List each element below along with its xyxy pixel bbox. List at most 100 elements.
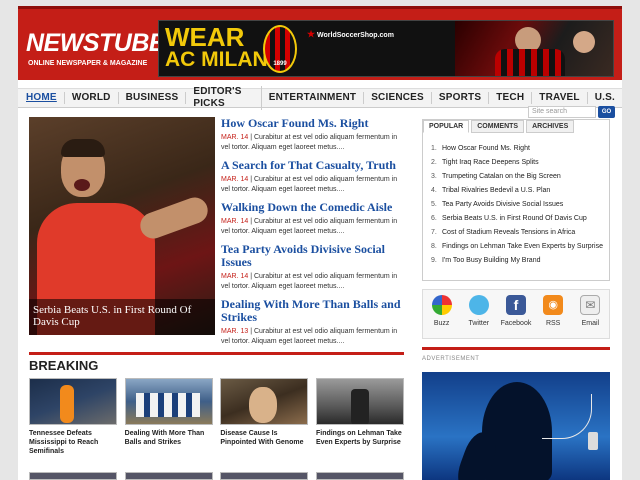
popular-list-item[interactable]: 4. Tribal Rivalries Bedevil a U.S. Plan	[431, 184, 607, 198]
article-item: Walking Down the Comedic Aisle MAR. 14 | …	[221, 201, 406, 237]
popular-item-number: 8.	[431, 243, 437, 250]
popular-item-number: 2.	[431, 159, 437, 166]
site-tagline: ONLINE NEWSPAPER & MAGAZINE	[28, 60, 148, 67]
breaking-next-row	[29, 472, 404, 480]
nav-item-travel[interactable]: TRAVEL	[532, 92, 588, 104]
social-rss-link[interactable]: ◉ RSS	[537, 295, 569, 327]
social-facebook-link[interactable]: f Facebook	[500, 295, 532, 327]
popular-list-item[interactable]: 7. Cost of Stadium Reveals Tensions in Af…	[431, 226, 607, 240]
breaking-title-link[interactable]: Dealing With More Than Balls and Strikes	[125, 429, 213, 447]
social-links: Buzz Twitter f Facebook ◉ RSS ✉ Email	[422, 289, 610, 339]
breaking-thumb-next[interactable]	[220, 472, 309, 480]
breaking-thumb[interactable]	[315, 378, 404, 425]
search-input[interactable]: Site search	[528, 106, 596, 118]
search-go-button[interactable]: GO	[598, 106, 615, 118]
breaking-item: Findings on Lehman Take Even Experts by …	[315, 378, 404, 468]
popular-list-item[interactable]: 3. Trumpeting Catalan on the Big Screen	[431, 170, 607, 184]
buzz-icon	[431, 295, 452, 315]
article-title-link[interactable]: A Search for That Casualty, Truth	[221, 159, 406, 172]
social-buzz-link[interactable]: Buzz	[426, 295, 458, 327]
social-label: Twitter	[468, 320, 490, 327]
popular-item-title: Tribal Rivalries Bedevil a U.S. Plan	[442, 187, 551, 194]
article-excerpt: MAR. 14 | Curabitur at est vel odio aliq…	[221, 175, 406, 195]
social-label: Facebook	[500, 320, 532, 327]
popular-list-item[interactable]: 2. Tight Iraq Race Deepens Splits	[431, 156, 607, 170]
article-excerpt-text: | Curabitur at est vel odio aliquam ferm…	[221, 273, 398, 290]
article-list: How Oscar Found Ms. Right MAR. 14 | Curab…	[221, 117, 406, 353]
featured-image[interactable]: Serbia Beats U.S. in First Round Of Davi…	[29, 117, 215, 335]
site-logo[interactable]: NEWSTUBE	[26, 29, 166, 58]
header-banner-ad[interactable]: WEAR AC MILAN 1899 ★ WorldSoccerShop.com	[158, 20, 614, 77]
breaking-thumb[interactable]	[220, 378, 309, 425]
breaking-thumb-next[interactable]	[124, 472, 213, 480]
popular-list-item[interactable]: 8. Findings on Lehman Take Even Experts b…	[431, 240, 607, 254]
thumb-figure	[249, 387, 278, 423]
tab-popular[interactable]: POPULAR	[423, 120, 470, 133]
social-twitter-link[interactable]: Twitter	[463, 295, 495, 327]
article-excerpt-text: | Curabitur at est vel odio aliquam ferm…	[221, 328, 398, 345]
banner-player-jersey	[495, 49, 565, 76]
nav-item-tech[interactable]: TECH	[489, 92, 533, 104]
article-excerpt-text: | Curabitur at est vel odio aliquam ferm…	[221, 176, 398, 193]
breaking-thumb-next[interactable]	[315, 472, 404, 480]
popular-list-item[interactable]: 9. I'm Too Busy Building My Brand	[431, 254, 607, 268]
popular-list-item[interactable]: 5. Tea Party Avoids Divisive Social Issue…	[431, 198, 607, 212]
nav-item-home[interactable]: HOME	[25, 92, 65, 104]
banner-shop-link: ★ WorldSoccerShop.com	[307, 29, 394, 40]
nav-item-business[interactable]: BUSINESS	[119, 92, 187, 104]
popular-item-number: 9.	[431, 257, 437, 264]
popular-list: 1. How Oscar Found Ms. Right 2. Tight Iraq …	[431, 142, 607, 268]
popular-item-title: How Oscar Found Ms. Right	[442, 145, 530, 152]
article-item: Tea Party Avoids Divisive Social Issues M…	[221, 243, 406, 292]
breaking-title-link[interactable]: Tennessee Defeats Mississippi to Reach S…	[29, 429, 117, 456]
breaking-title-link[interactable]: Findings on Lehman Take Even Experts by …	[316, 429, 404, 447]
featured-player-hair	[61, 139, 105, 157]
breaking-thumb[interactable]	[124, 378, 213, 425]
article-date: MAR. 14	[221, 273, 249, 280]
popular-item-number: 6.	[431, 215, 437, 222]
tab-comments[interactable]: COMMENTS	[471, 120, 525, 133]
nav-item-world[interactable]: WORLD	[65, 92, 119, 104]
banner-shop-text: WorldSoccerShop.com	[317, 32, 394, 39]
article-item: How Oscar Found Ms. Right MAR. 14 | Curab…	[221, 117, 406, 153]
ac-milan-crest-icon: 1899	[263, 25, 297, 73]
breaking-item: Tennessee Defeats Mississippi to Reach S…	[29, 378, 117, 468]
breaking-heading: BREAKING	[29, 358, 99, 373]
nav-item-editor-s-picks[interactable]: EDITOR'S PICKS	[186, 86, 262, 110]
social-email-link[interactable]: ✉ Email	[574, 295, 606, 327]
breaking-thumb-next[interactable]	[29, 472, 117, 480]
thumb-figure	[135, 393, 200, 417]
popular-list-item[interactable]: 6. Serbia Beats U.S. in First Round Of Da…	[431, 212, 607, 226]
article-title-link[interactable]: How Oscar Found Ms. Right	[221, 117, 406, 130]
popular-item-number: 5.	[431, 201, 437, 208]
breaking-thumb[interactable]	[29, 378, 117, 425]
nav-item-u-s[interactable]: U.S.	[588, 92, 622, 104]
star-icon: ★	[307, 29, 316, 39]
featured-player-arm	[136, 193, 212, 243]
nav-item-sports[interactable]: SPORTS	[432, 92, 490, 104]
main-nav: HOME WORLD BUSINESS EDITOR'S PICKS ENTERTAIN…	[18, 86, 622, 110]
rss-icon: ◉	[543, 295, 564, 315]
popular-item-title: Tight Iraq Race Deepens Splits	[442, 159, 539, 166]
tab-archives[interactable]: ARCHIVES	[526, 120, 575, 133]
sidebar-tabs-panel: POPULAR COMMENTS ARCHIVES 1. How Oscar Foun…	[422, 119, 610, 281]
popular-list-item[interactable]: 1. How Oscar Found Ms. Right	[431, 142, 607, 156]
crest-year: 1899	[273, 61, 287, 67]
article-excerpt: MAR. 14 | Curabitur at est vel odio aliq…	[221, 133, 406, 153]
sidebar-ad[interactable]	[422, 372, 610, 480]
article-title-link[interactable]: Dealing With More Than Balls and Strikes	[221, 298, 406, 324]
site-header: NEWSTUBE ONLINE NEWSPAPER & MAGAZINE WEA…	[18, 6, 622, 80]
nav-item-entertainment[interactable]: ENTERTAINMENT	[262, 92, 365, 104]
article-date: MAR. 14	[221, 134, 249, 141]
featured-caption[interactable]: Serbia Beats U.S. in First Round Of Davi…	[29, 299, 215, 335]
nav-item-sciences[interactable]: SCIENCES	[364, 92, 432, 104]
thumb-figure	[350, 389, 369, 424]
popular-item-title: Cost of Stadium Reveals Tensions in Afri…	[442, 229, 576, 236]
breaking-title-link[interactable]: Disease Cause Is Pinpointed With Genome	[220, 429, 308, 447]
article-title-link[interactable]: Walking Down the Comedic Aisle	[221, 201, 406, 214]
popular-item-title: Serbia Beats U.S. in First Round Of Davi…	[442, 215, 587, 222]
article-excerpt: MAR. 14 | Curabitur at est vel odio aliq…	[221, 217, 406, 237]
article-item: Dealing With More Than Balls and Strikes…	[221, 298, 406, 347]
article-title-link[interactable]: Tea Party Avoids Divisive Social Issues	[221, 243, 406, 269]
popular-item-title: Findings on Lehman Take Even Experts by …	[442, 243, 603, 250]
